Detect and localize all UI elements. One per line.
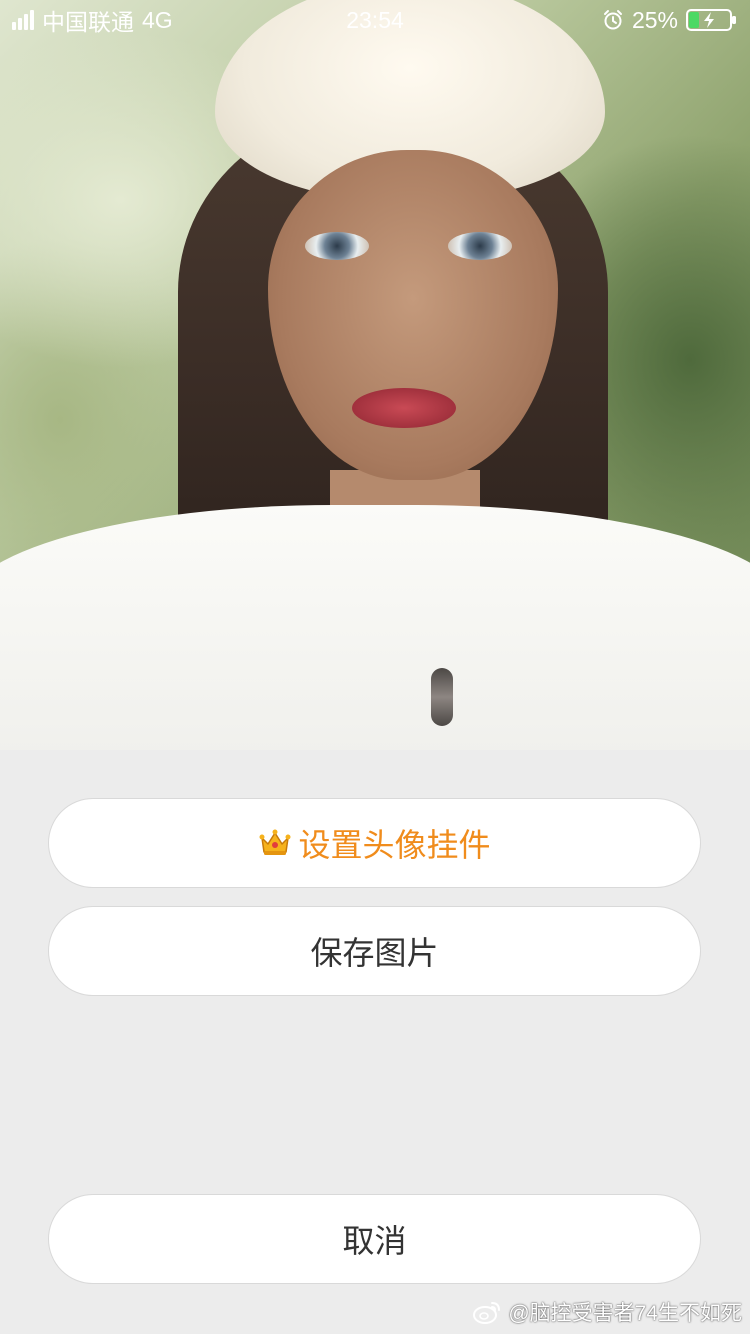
alarm-icon — [603, 10, 622, 30]
photo-eye-left — [305, 232, 369, 260]
cancel-button[interactable]: 取消 — [48, 1194, 701, 1284]
photo-pendant — [431, 668, 453, 726]
photo-eye-right — [448, 232, 512, 260]
cancel-label: 取消 — [342, 1222, 407, 1260]
status-bar: 中国联通 4G 23:54 25% — [0, 0, 750, 40]
set-avatar-widget-label: 设置头像挂件 — [298, 826, 491, 864]
watermark-text: @脑控受害者74生不如死 — [508, 1302, 742, 1325]
save-image-label: 保存图片 — [310, 934, 439, 972]
crown-icon — [259, 829, 291, 855]
profile-photo — [0, 0, 750, 750]
watermark: @脑控受害者74生不如死 — [472, 1296, 742, 1328]
photo-lips — [352, 388, 456, 428]
battery-charging-icon — [686, 9, 736, 31]
photo-body — [0, 505, 750, 750]
status-bar-right: 25% — [602, 6, 738, 34]
battery-percent: 25% — [631, 6, 678, 33]
save-image-button[interactable]: 保存图片 — [48, 906, 701, 996]
weibo-icon — [473, 1302, 501, 1324]
set-avatar-widget-button[interactable]: 设置头像挂件 — [48, 798, 701, 888]
